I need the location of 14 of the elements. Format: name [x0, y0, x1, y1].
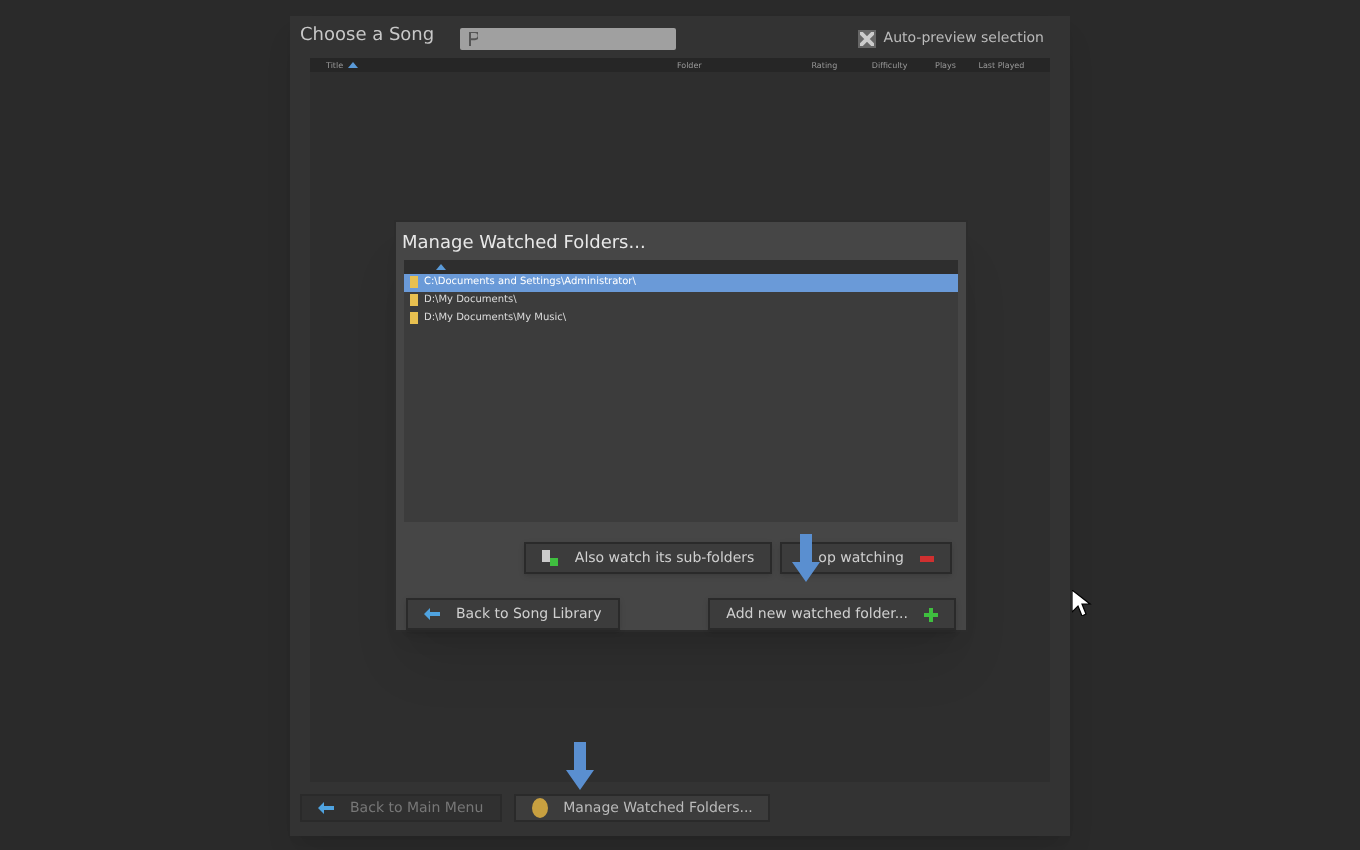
panel-title: Choose a Song [300, 24, 437, 51]
down-arrow-icon [566, 742, 594, 790]
mouse-cursor-icon [1072, 590, 1092, 616]
dialog-title: Manage Watched Folders... [400, 232, 648, 258]
back-arrow-icon [424, 608, 440, 620]
auto-preview-checkbox[interactable] [857, 29, 876, 47]
minus-icon [920, 555, 934, 561]
down-arrow-icon [792, 534, 820, 582]
back-arrow-icon [318, 802, 334, 814]
search-field[interactable] [460, 27, 676, 49]
plus-icon [924, 607, 938, 621]
sort-up-icon [347, 62, 358, 68]
cross-icon [859, 31, 874, 45]
folder-plus-icon [542, 550, 559, 566]
